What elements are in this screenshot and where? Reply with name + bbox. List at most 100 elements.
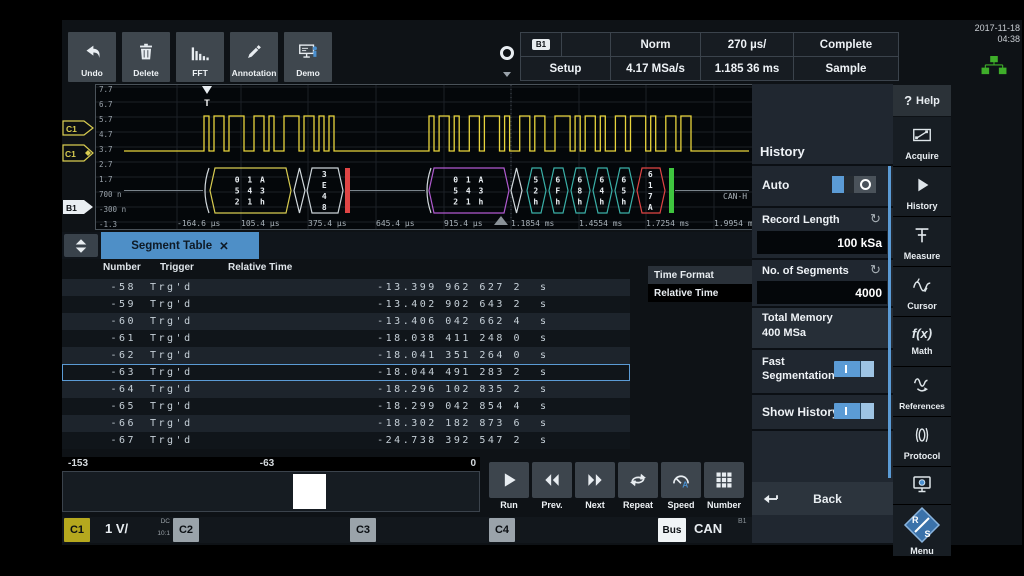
waveform-plot[interactable]: 0 1 A5 4 32 1 h3E480 1 A5 4 32 1 h52h6Fh…	[95, 84, 754, 230]
table-row[interactable]: -61Trg'd-18.038 411 248 0s	[62, 330, 630, 347]
table-row[interactable]: -58Trg'd-13.399 962 627 2s	[62, 279, 630, 296]
next-button[interactable]: Next	[575, 462, 615, 510]
acquisition-state-label: Complete	[820, 39, 872, 51]
table-row[interactable]: -66Trg'd-18.302 182 873 6s	[62, 415, 630, 432]
cell-trigger: Trg'd	[150, 282, 270, 293]
table-row[interactable]: -67Trg'd-24.738 392 547 2s	[62, 432, 630, 449]
acquisition-mode-cell[interactable]: Sample	[793, 56, 899, 81]
dialog-scrollbar[interactable]	[888, 166, 891, 478]
protocol-icon	[910, 424, 934, 446]
channel1-trigger-marker[interactable]: C1	[62, 143, 96, 163]
acquisition-state-cell[interactable]: Complete	[793, 32, 899, 57]
total-memory-label: Total Memory	[762, 312, 833, 324]
delete-button[interactable]: Delete	[122, 32, 170, 82]
segments-field[interactable]: 4000	[757, 281, 887, 304]
sidebar-item-measure[interactable]: Measure	[893, 217, 951, 267]
cell-unit: s	[540, 401, 560, 412]
history-slider-handle[interactable]	[293, 474, 326, 509]
bus-badge[interactable]: Bus	[658, 518, 686, 542]
svg-text:F: F	[555, 187, 561, 196]
close-icon[interactable]: ✕	[219, 239, 229, 253]
cell-trigger: Trg'd	[150, 435, 270, 446]
svg-text:B1: B1	[66, 203, 77, 213]
prev-button[interactable]: Prev.	[532, 462, 572, 510]
bus-protocol-label[interactable]: CAN	[694, 521, 722, 536]
timebase-cell[interactable]: 270 µs/	[700, 32, 794, 57]
sort-button[interactable]	[64, 234, 98, 257]
setup-cell[interactable]: Setup	[520, 56, 611, 81]
annotation-button[interactable]: Annotation	[230, 32, 278, 82]
channel4-badge[interactable]: C4	[489, 518, 515, 542]
sample-rate-cell[interactable]: 4.17 MSa/s	[610, 56, 701, 81]
channel1-scale[interactable]: 1 V/	[105, 521, 128, 536]
cursor-label: Cursor	[893, 301, 951, 311]
tab-segment-table[interactable]: Segment Table ✕	[101, 232, 259, 259]
cell-unit: s	[540, 418, 560, 429]
record-length-field[interactable]: 100 kSa	[757, 231, 887, 254]
slider-min-label: -153	[68, 458, 88, 469]
speed-button[interactable]: A Speed	[661, 462, 701, 510]
timebase-label: 270 µs/	[728, 39, 767, 51]
sidebar-item-cursor[interactable]: Cursor	[893, 267, 951, 317]
channel1-badge[interactable]: C1	[64, 518, 90, 542]
references-icon	[910, 374, 934, 396]
sidebar-item-history[interactable]: History	[893, 167, 951, 217]
cell-unit: s	[540, 282, 560, 293]
auto-toggle[interactable]	[832, 176, 876, 193]
table-row[interactable]: -64Trg'd-18.296 102 835 2s	[62, 381, 630, 398]
setup-label: Setup	[550, 63, 582, 75]
cell-number: -66	[62, 418, 136, 429]
svg-text:R: R	[912, 515, 919, 525]
show-history-toggle[interactable]	[834, 403, 874, 419]
decode-frame	[511, 168, 522, 213]
table-row[interactable]: -62Trg'd-18.041 351 264 0s	[62, 347, 630, 364]
time-format-value[interactable]: Relative Time	[648, 284, 752, 302]
table-row[interactable]: -65Trg'd-18.299 042 854 4s	[62, 398, 630, 415]
undo-button[interactable]: Undo	[68, 32, 116, 82]
table-row[interactable]: -60Trg'd-13.406 042 662 4s	[62, 313, 630, 330]
bus1-marker[interactable]: B1	[62, 199, 96, 215]
cell-trigger: Trg'd	[150, 384, 270, 395]
sidebar-item-acquire[interactable]: Acquire	[893, 117, 951, 167]
sidebar-item-protocol[interactable]: Protocol	[893, 417, 951, 467]
sidebar-item-math[interactable]: f(x) Math	[893, 317, 951, 367]
svg-text:700 n: 700 n	[99, 190, 122, 199]
back-button[interactable]: Back	[752, 482, 893, 515]
channel2-badge[interactable]: C2	[173, 518, 199, 542]
speed-label: Speed	[661, 500, 701, 510]
toolbar-collapse-control[interactable]	[497, 34, 517, 82]
sidebar-item-menu[interactable]: R S Menu	[893, 505, 951, 557]
channel3-badge[interactable]: C3	[350, 518, 376, 542]
slider-max-label: 0	[470, 458, 476, 469]
record-length-reset-icon[interactable]: ↻	[870, 213, 881, 225]
network-icon[interactable]	[981, 56, 1007, 76]
trigger-mode-cell[interactable]: Norm	[610, 32, 701, 57]
svg-text:1: 1	[648, 181, 654, 190]
measure-icon	[910, 224, 934, 246]
record-time-cell[interactable]: 1.185 36 ms	[700, 56, 794, 81]
demo-button[interactable]: Demo	[284, 32, 332, 82]
channel1-marker[interactable]: C1	[62, 120, 96, 136]
run-button[interactable]: Run	[489, 462, 529, 510]
svg-text:1.9954 ms: 1.9954 ms	[714, 219, 753, 228]
number-button[interactable]: Number	[704, 462, 744, 510]
fast-segmentation-toggle[interactable]	[834, 361, 874, 377]
cell-trigger: Trg'd	[150, 350, 270, 361]
table-row[interactable]: -63Trg'd-18.044 491 283 2s	[62, 364, 630, 381]
sidebar-item-display[interactable]	[893, 467, 951, 505]
table-row[interactable]: -59Trg'd-13.402 902 643 2s	[62, 296, 630, 313]
repeat-button[interactable]: Repeat	[618, 462, 658, 510]
segments-reset-icon[interactable]: ↻	[870, 264, 881, 276]
svg-text:4: 4	[599, 187, 605, 196]
help-label: Help	[916, 95, 940, 107]
sidebar-item-help[interactable]: ? Help	[893, 85, 951, 116]
svg-text:-1.3: -1.3	[99, 220, 117, 229]
status-b1-cell[interactable]: B1	[520, 32, 562, 57]
history-slider-track[interactable]	[62, 471, 480, 512]
sidebar-item-references[interactable]: References	[893, 367, 951, 417]
fft-button[interactable]: FFT	[176, 32, 224, 82]
cell-unit: s	[540, 350, 560, 361]
svg-text:6: 6	[555, 176, 561, 185]
svg-text:0 1 A: 0 1 A	[453, 176, 485, 185]
annotation-label: Annotation	[232, 68, 277, 82]
